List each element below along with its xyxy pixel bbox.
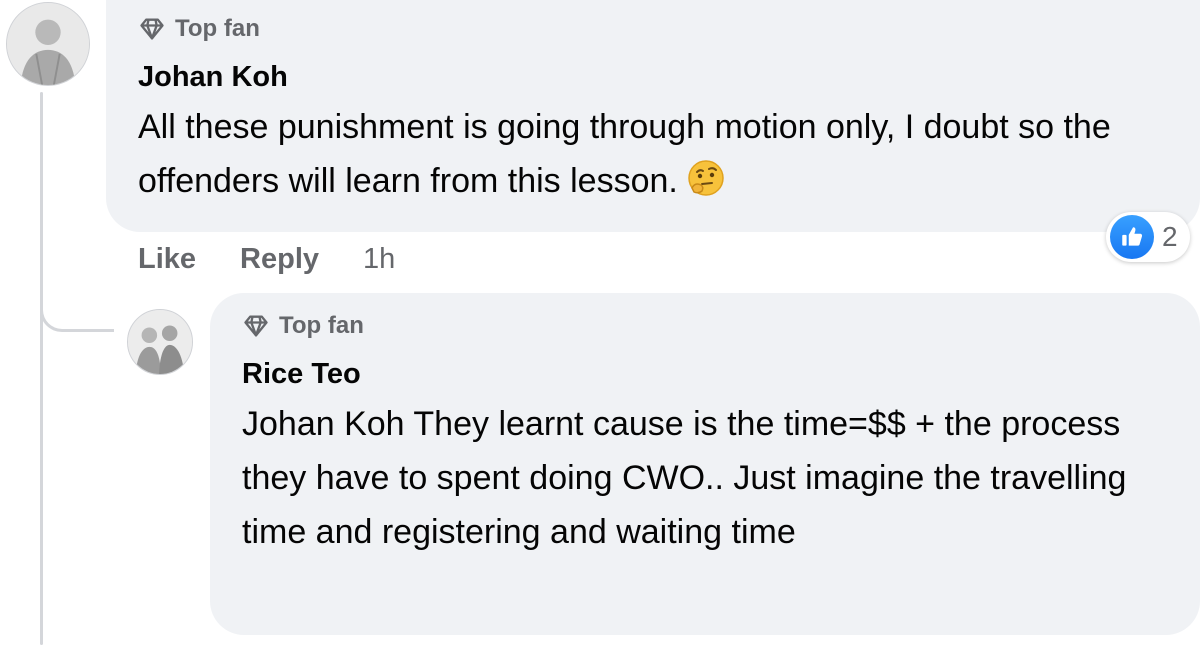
badge-label: Top fan [279, 312, 364, 339]
thread-line [40, 92, 43, 645]
thinking-face-icon [686, 158, 726, 198]
avatar[interactable] [127, 309, 193, 375]
comment-body: All these punishment is going through mo… [138, 108, 1111, 200]
reaction-count: 2 [1162, 221, 1178, 252]
avatar-image [128, 310, 192, 374]
diamond-icon [138, 15, 166, 43]
comment-text: All these punishment is going through mo… [138, 100, 1138, 208]
top-fan-badge: Top fan [242, 307, 1200, 345]
top-fan-badge: Top fan [138, 10, 1200, 48]
reply-button[interactable]: Reply [240, 243, 319, 276]
comment-text: Johan Koh They learnt cause is the time=… [242, 397, 1172, 559]
avatar[interactable] [6, 2, 90, 86]
comment-bubble: Top fan Rice Teo Johan Koh They learnt c… [210, 293, 1200, 635]
comment-bubble: Top fan Johan Koh All these punishment i… [106, 0, 1200, 232]
avatar-image [7, 3, 89, 85]
comment-body: Johan Koh They learnt cause is the time=… [242, 405, 1127, 551]
comment-actions: Like Reply 1h [138, 238, 395, 280]
like-button[interactable]: Like [138, 243, 196, 276]
diamond-icon [242, 312, 270, 340]
comment-timestamp[interactable]: 1h [363, 243, 395, 276]
badge-label: Top fan [175, 15, 260, 42]
thread-reply-connector [40, 268, 114, 332]
comment-author[interactable]: Rice Teo [242, 355, 1200, 393]
reaction-summary[interactable]: 2 [1106, 212, 1190, 262]
like-icon [1110, 215, 1154, 259]
comment-author[interactable]: Johan Koh [138, 58, 1200, 96]
